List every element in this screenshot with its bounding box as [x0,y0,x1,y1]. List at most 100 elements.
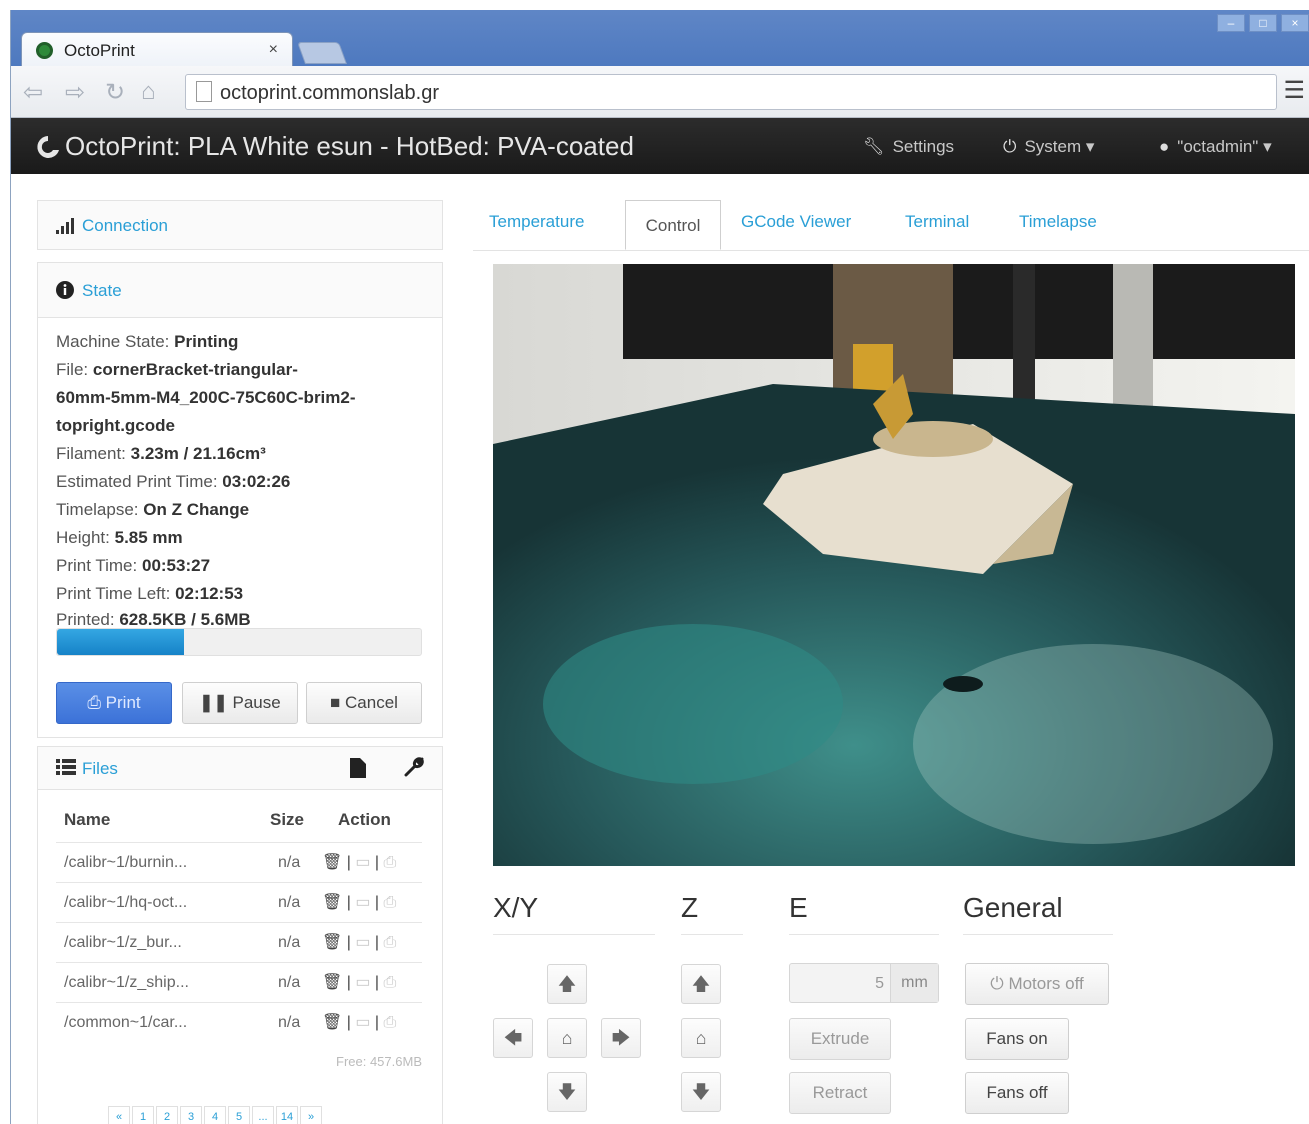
file-actions: 🗑︎ | ▭ | ⎙ [322,974,397,991]
close-window-icon[interactable]: × [1281,14,1309,32]
user-menu[interactable]: ● "octadmin" ▾ [1159,137,1272,157]
pagination-item[interactable]: 5 [228,1106,250,1124]
file-name[interactable]: /calibr~1/burnin... [64,854,187,872]
pagination-item[interactable]: 2 [156,1106,178,1124]
extrude-amount-input[interactable]: 5 mm [789,963,939,1003]
home-z-button[interactable]: ⌂ [681,1018,721,1058]
time-left-line: Print Time Left: 02:12:53 [56,584,244,603]
arrow-up-icon: 🡅 [557,974,577,994]
trash-icon[interactable]: 🗑︎ [322,894,342,911]
minimize-icon[interactable]: – [1217,14,1245,32]
pagination-item[interactable]: 4 [204,1106,226,1124]
new-tab-button[interactable] [296,42,348,64]
file-size: n/a [278,854,301,871]
tab-control[interactable]: Control [625,200,721,250]
e-rule [789,934,939,935]
trash-icon[interactable]: 🗑︎ [322,974,342,991]
jog-x-plus-button[interactable]: 🡆 [601,1018,641,1058]
print-file-icon[interactable]: ⎙ [384,894,397,911]
pagination-item[interactable]: 1 [132,1106,154,1124]
browser-tab[interactable]: OctoPrint × [21,32,293,68]
z-heading: Z [681,892,699,923]
address-bar[interactable]: octoprint.commonslab.gr [185,74,1277,110]
power-icon: ⏻ [1003,137,1017,156]
forward-arrow-icon[interactable]: ⇨ [65,78,85,107]
column-size[interactable]: Size [270,810,304,830]
xy-rule [493,934,655,935]
pagination-item[interactable]: 14 [276,1106,298,1124]
browser-window: OctoPrint × – □ × ⇦ ⇨ ↻ ⌂ octoprint.comm… [10,10,1309,1124]
print-file-icon[interactable]: ⎙ [384,854,397,871]
upload-file-icon[interactable] [350,758,366,783]
file-actions: 🗑︎ | ▭ | ⎙ [322,1014,397,1031]
table-row[interactable]: /calibr~1/z_bur... n/a 🗑︎ | ▭ | ⎙ [56,922,422,962]
table-row[interactable]: /calibr~1/burnin... n/a 🗑︎ | ▭ | ⎙ [56,842,422,882]
close-tab-icon[interactable]: × [269,41,278,59]
folder-open-icon[interactable]: ▭ [355,894,370,911]
retract-button[interactable]: Retract [789,1072,891,1114]
files-panel-header[interactable]: Files [37,746,443,790]
table-row[interactable]: /common~1/car... n/a 🗑︎ | ▭ | ⎙ [56,1002,422,1042]
pagination-item[interactable]: « [108,1106,130,1124]
fans-off-button[interactable]: Fans off [965,1072,1069,1114]
tab-terminal[interactable]: Terminal [905,212,969,232]
tab-gcode-viewer[interactable]: GCode Viewer [741,212,851,232]
browser-menu-icon[interactable]: ☰ [1283,76,1305,105]
pagination-item[interactable]: 3 [180,1106,202,1124]
print-time-value: 00:53:27 [141,556,211,575]
settings-menu[interactable]: 🔧︎ Settings [863,137,954,157]
brand-title[interactable]: OctoPrint: PLA White esun - HotBed: PVA-… [65,131,634,162]
jog-z-minus-button[interactable]: 🡇 [681,1072,721,1112]
fans-on-button[interactable]: Fans on [965,1018,1069,1060]
cancel-button[interactable]: ■ Cancel [306,682,422,724]
print-button[interactable]: ⎙ Print [56,682,172,724]
jog-y-minus-button[interactable]: 🡇 [547,1072,587,1112]
extrude-button[interactable]: Extrude [789,1018,891,1060]
print-file-icon[interactable]: ⎙ [384,1014,397,1031]
tab-divider [473,250,1309,251]
print-file-icon[interactable]: ⎙ [384,934,397,951]
wrench-icon: 🔧︎ [863,137,885,156]
reload-icon[interactable]: ↻ [105,78,125,107]
wrench-icon[interactable] [404,757,424,782]
table-row[interactable]: /calibr~1/z_ship... n/a 🗑︎ | ▭ | ⎙ [56,962,422,1002]
file-name[interactable]: /calibr~1/z_ship... [64,974,189,992]
pagination-item[interactable]: ... [252,1106,274,1124]
system-menu[interactable]: ⏻ System ▾ [1003,137,1094,157]
column-name[interactable]: Name [64,810,110,830]
back-arrow-icon[interactable]: ⇦ [23,78,43,107]
file-name[interactable]: /common~1/car... [64,1014,187,1032]
estimated-time-value: 03:02:26 [222,472,291,491]
arrow-right-icon: 🡆 [611,1028,631,1048]
pagination-item[interactable]: » [300,1106,322,1124]
home-icon: ⌂ [695,1028,707,1048]
folder-open-icon[interactable]: ▭ [355,854,370,871]
tab-temperature[interactable]: Temperature [489,212,584,232]
machine-state-line: Machine State: Printing [56,332,239,351]
motors-off-button[interactable]: ⏻ Motors off [965,963,1109,1005]
state-panel-header[interactable]: State [37,262,443,318]
caret-down-icon: ▾ [1263,137,1272,156]
home-xy-button[interactable]: ⌂ [547,1018,587,1058]
jog-z-plus-button[interactable]: 🡅 [681,964,721,1004]
file-name[interactable]: /calibr~1/z_bur... [64,934,182,952]
pause-button[interactable]: ❚❚ Pause [182,682,298,724]
print-file-icon[interactable]: ⎙ [384,974,397,991]
user-label: "octadmin" [1177,137,1259,156]
jog-x-minus-button[interactable]: 🡄 [493,1018,533,1058]
maximize-icon[interactable]: □ [1249,14,1277,32]
folder-open-icon[interactable]: ▭ [355,934,370,951]
table-row[interactable]: /calibr~1/hq-oct... n/a 🗑︎ | ▭ | ⎙ [56,882,422,922]
jog-y-plus-button[interactable]: 🡅 [547,964,587,1004]
trash-icon[interactable]: 🗑︎ [322,934,342,951]
tab-timelapse[interactable]: Timelapse [1019,212,1097,232]
folder-open-icon[interactable]: ▭ [355,974,370,991]
height-line: Height: 5.85 mm [56,528,183,547]
trash-icon[interactable]: 🗑︎ [322,854,342,871]
folder-open-icon[interactable]: ▭ [355,1014,370,1031]
trash-icon[interactable]: 🗑︎ [322,1014,342,1031]
file-name[interactable]: /calibr~1/hq-oct... [64,894,187,912]
connection-panel-header[interactable]: Connection [37,200,443,250]
home-icon[interactable]: ⌂ [141,78,156,106]
home-icon: ⌂ [561,1028,573,1048]
